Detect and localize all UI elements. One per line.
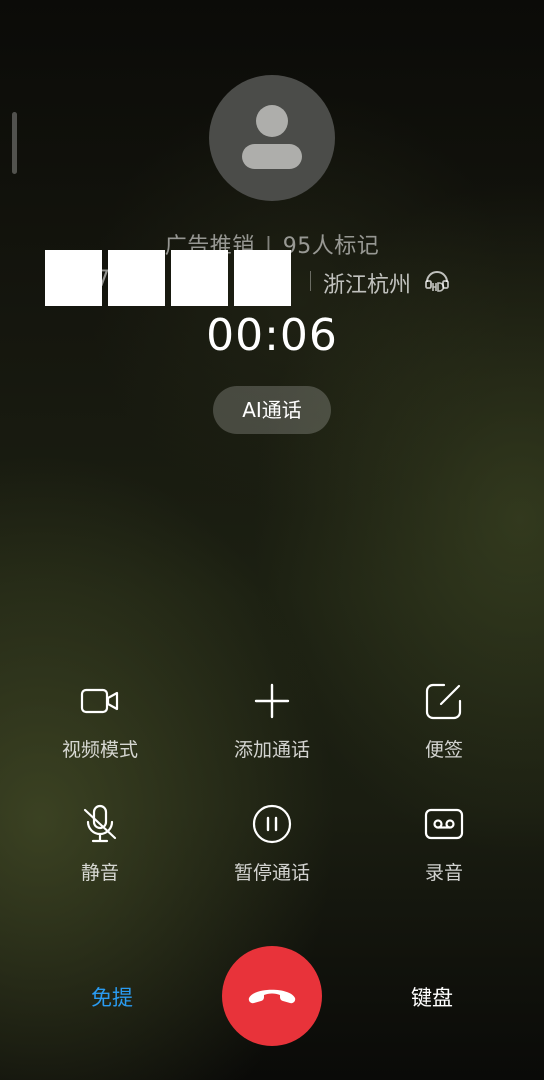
mute-label: 静音 [80, 862, 119, 884]
hd-voice-icon [425, 271, 449, 292]
add-call-label: 添加通话 [233, 739, 310, 761]
hold-call-label: 暂停通话 [233, 862, 310, 884]
redaction-block [108, 250, 165, 306]
caller-avatar [209, 75, 335, 201]
mic-off-icon [83, 804, 117, 843]
redaction-block [171, 250, 228, 306]
end-call-button[interactable] [222, 946, 322, 1046]
notes-button[interactable]: 便签 [379, 681, 509, 771]
redaction-block [45, 250, 102, 306]
notes-label: 便签 [424, 739, 463, 761]
scroll-indicator [12, 112, 17, 174]
speaker-button[interactable]: 免提 [60, 982, 164, 1012]
video-icon [80, 688, 119, 714]
mark-count: 95人标记 [282, 234, 380, 259]
redaction-block [234, 250, 291, 306]
hold-call-button[interactable]: 暂停通话 [207, 804, 337, 894]
record-label: 录音 [424, 862, 463, 884]
call-timer: 00:06 [206, 310, 338, 361]
mute-button[interactable]: 静音 [35, 804, 165, 894]
video-mode-label: 视频模式 [61, 739, 138, 761]
person-icon [242, 105, 302, 169]
pause-icon [252, 804, 292, 844]
tape-icon [424, 808, 464, 840]
caller-location: 浙江杭州 [323, 273, 412, 298]
record-button[interactable]: 录音 [379, 804, 509, 894]
keypad-button[interactable]: 键盘 [380, 982, 484, 1012]
number-divider [310, 271, 311, 291]
add-call-button[interactable]: 添加通话 [207, 681, 337, 771]
hang-up-icon [248, 989, 296, 1004]
note-edit-icon [425, 683, 462, 720]
plus-icon [254, 683, 290, 719]
ai-call-button[interactable]: AI通话 [213, 386, 331, 434]
video-mode-button[interactable]: 视频模式 [35, 681, 165, 771]
